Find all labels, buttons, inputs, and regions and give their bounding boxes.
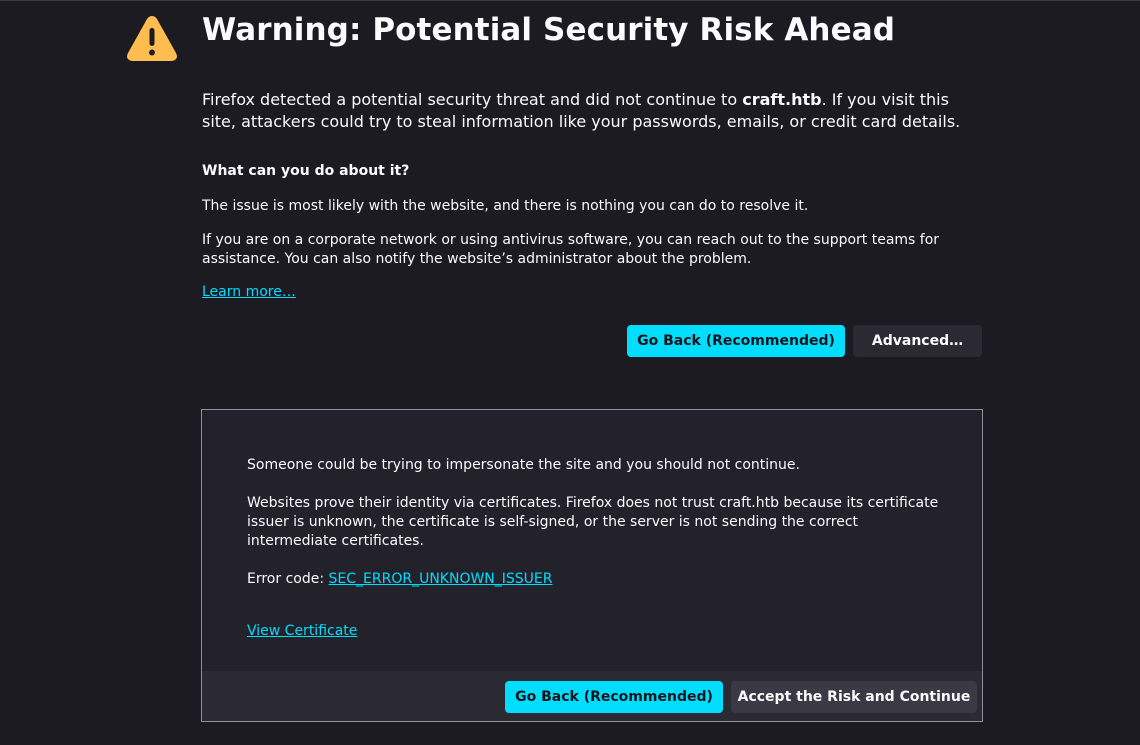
advanced-paragraph-1: Someone could be trying to impersonate t…: [247, 457, 800, 473]
error-code-label: Error code:: [247, 571, 329, 587]
advanced-panel: Someone could be trying to impersonate t…: [201, 409, 983, 722]
intro-host: craft.htb: [742, 90, 822, 109]
advanced-paragraph-2: Websites prove their identity via certif…: [247, 495, 939, 549]
view-certificate-link[interactable]: View Certificate: [247, 623, 357, 639]
learn-more-link[interactable]: Learn more…: [202, 284, 296, 300]
intro-text: Firefox detected a potential security th…: [202, 89, 962, 133]
warning-icon: [127, 16, 177, 61]
what-heading: What can you do about it?: [202, 163, 410, 179]
top-border: [0, 0, 1140, 1]
advanced-go-back-button[interactable]: Go Back (Recommended): [505, 681, 723, 713]
advanced-footer: Go Back (Recommended) Accept the Risk an…: [202, 671, 982, 721]
error-code-link[interactable]: SEC_ERROR_UNKNOWN_ISSUER: [329, 571, 553, 587]
intro-prefix: Firefox detected a potential security th…: [202, 90, 743, 109]
page-title: Warning: Potential Security Risk Ahead: [202, 12, 896, 48]
error-code-line: Error code: SEC_ERROR_UNKNOWN_ISSUER: [247, 570, 553, 589]
accept-risk-button[interactable]: Accept the Risk and Continue: [731, 681, 977, 713]
advanced-button[interactable]: Advanced…: [853, 325, 982, 357]
what-paragraph-2: If you are on a corporate network or usi…: [202, 232, 940, 267]
what-paragraph-1: The issue is most likely with the websit…: [202, 198, 809, 214]
go-back-button[interactable]: Go Back (Recommended): [627, 325, 845, 357]
